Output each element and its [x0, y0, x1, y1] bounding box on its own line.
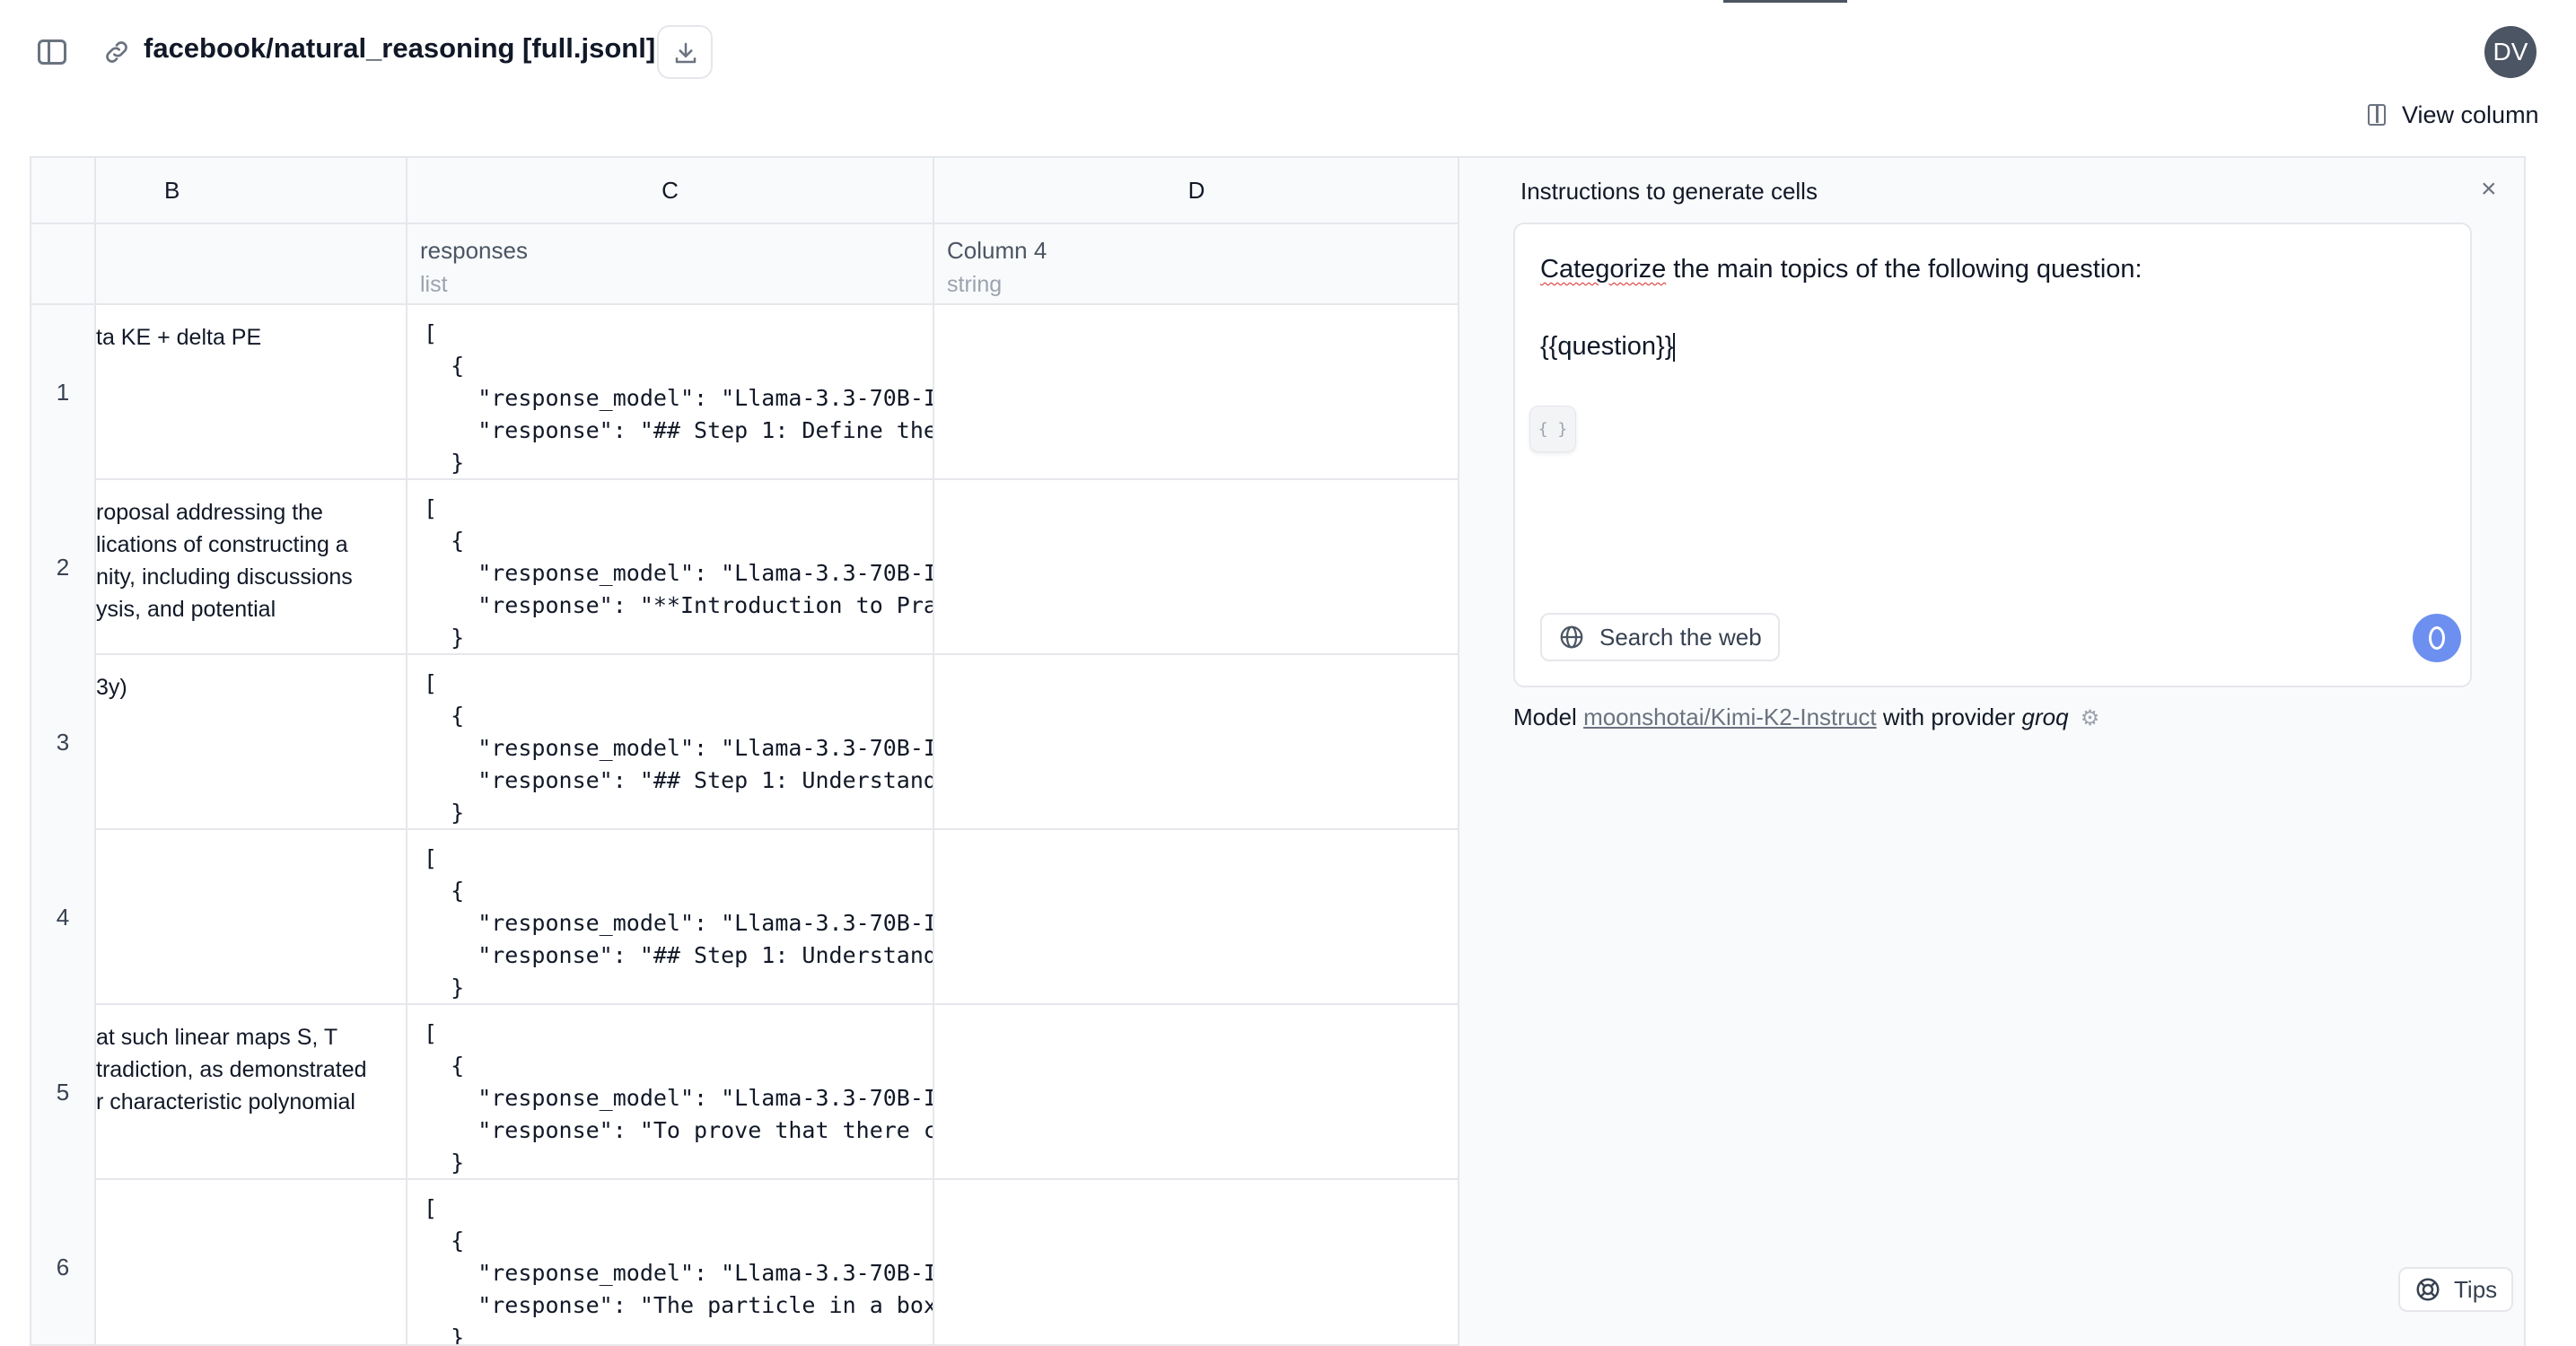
- table-cell-b[interactable]: [96, 830, 407, 1005]
- table-cell-c[interactable]: [ { "response_model": "Llama-3.3-70B-I "…: [407, 305, 934, 480]
- model-link[interactable]: moonshotai/Kimi-K2-Instruct: [1583, 704, 1877, 730]
- view-column-button[interactable]: View column: [2368, 99, 2539, 131]
- column-letter: C: [662, 176, 679, 204]
- row-index: 3: [31, 655, 96, 830]
- index-subheader: [31, 224, 96, 305]
- model-middle: with provider: [1882, 704, 2016, 730]
- column-name: responses: [420, 237, 528, 264]
- download-button[interactable]: [657, 25, 713, 79]
- column-header-b[interactable]: B: [96, 158, 407, 224]
- table-cell-c[interactable]: [ { "response_model": "Llama-3.3-70B-I "…: [407, 1005, 934, 1180]
- table-row[interactable]: 1 ta KE + delta PE [ { "response_model":…: [31, 305, 1459, 480]
- index-column-header: [31, 158, 96, 224]
- view-column-label: View column: [2402, 101, 2539, 128]
- column-letter: D: [1187, 176, 1205, 204]
- provider-name: groq: [2021, 704, 2069, 730]
- table-cell-b[interactable]: 3y): [96, 655, 407, 830]
- table-row[interactable]: 5 at such linear maps S, T tradiction, a…: [31, 1005, 1459, 1180]
- table-cell-d[interactable]: [934, 1005, 1459, 1180]
- loading-icon: [2429, 626, 2445, 650]
- text-caret: [1673, 333, 1676, 363]
- avatar[interactable]: DV: [2484, 26, 2537, 78]
- column-subheader-d[interactable]: Column 4 string: [934, 224, 1459, 305]
- row-index: 5: [31, 1005, 96, 1180]
- top-bar: facebook/natural_reasoning [full.jsonl] …: [0, 0, 2576, 128]
- data-table: B C D responses list Column 4 string 1 t…: [30, 156, 1459, 1346]
- column-type: string: [947, 272, 1003, 297]
- table-cell-d[interactable]: [934, 830, 1459, 1005]
- search-web-button[interactable]: Search the web: [1540, 613, 1780, 661]
- columns-icon: [2368, 104, 2386, 126]
- column-type: list: [420, 272, 448, 297]
- search-web-label: Search the web: [1599, 623, 1762, 651]
- table-cell-c[interactable]: [ { "response_model": "Llama-3.3-70B-I "…: [407, 480, 934, 655]
- sidebar-toggle-icon[interactable]: [38, 39, 66, 65]
- table-cell-c[interactable]: [ { "response_model": "Llama-3.3-70B-I "…: [407, 830, 934, 1005]
- insert-variable-button[interactable]: { }: [1529, 406, 1576, 452]
- table-cell-b[interactable]: roposal addressing the lications of cons…: [96, 480, 407, 655]
- model-prefix: Model: [1513, 704, 1577, 730]
- prompt-variable-line[interactable]: {{question}}: [1540, 332, 1676, 363]
- row-index: 2: [31, 480, 96, 655]
- table-cell-d[interactable]: [934, 480, 1459, 655]
- table-row[interactable]: 2 roposal addressing the lications of co…: [31, 480, 1459, 655]
- row-index: 6: [31, 1180, 96, 1344]
- table-cell-b[interactable]: [96, 1180, 407, 1344]
- column-header-c[interactable]: C: [407, 158, 934, 224]
- table-cell-b[interactable]: ta KE + delta PE: [96, 305, 407, 480]
- generate-button[interactable]: [2413, 614, 2461, 662]
- globe-icon: [1560, 625, 1583, 649]
- model-info: Model moonshotai/Kimi-K2-Instruct with p…: [1513, 704, 2099, 731]
- column-subheader-c[interactable]: responses list: [407, 224, 934, 305]
- prompt-editor[interactable]: Categorize the main topics of the follow…: [1513, 223, 2472, 687]
- table-cell-c[interactable]: [ { "response_model": "Llama-3.3-70B-I "…: [407, 655, 934, 830]
- table-cell-d[interactable]: [934, 655, 1459, 830]
- column-subheader-b: [96, 224, 407, 305]
- table-row[interactable]: 3 3y) [ { "response_model": "Llama-3.3-7…: [31, 655, 1459, 830]
- panel-title: Instructions to generate cells: [1520, 178, 1818, 205]
- prompt-variable: {{question}}: [1540, 332, 1674, 361]
- prompt-text-rest: the main topics of the following questio…: [1666, 255, 2142, 284]
- column-letter: B: [164, 176, 180, 204]
- misspelled-word: Categorize: [1540, 255, 1667, 284]
- lifebuoy-icon: [2416, 1278, 2440, 1301]
- column-name: Column 4: [947, 237, 1047, 264]
- row-index: 4: [31, 830, 96, 1005]
- tips-label: Tips: [2454, 1275, 2498, 1303]
- prompt-text[interactable]: Categorize the main topics of the follow…: [1540, 255, 2142, 284]
- download-icon: [675, 42, 697, 64]
- link-icon[interactable]: [102, 38, 131, 66]
- table-cell-c[interactable]: [ { "response_model": "Llama-3.3-70B-I "…: [407, 1180, 934, 1344]
- table-row[interactable]: 6 [ { "response_model": "Llama-3.3-70B-I…: [31, 1180, 1459, 1344]
- table-row[interactable]: 4 [ { "response_model": "Llama-3.3-70B-I…: [31, 830, 1459, 1005]
- generate-cells-panel: Instructions to generate cells × Categor…: [1458, 156, 2526, 1346]
- table-cell-d[interactable]: [934, 305, 1459, 480]
- table-cell-d[interactable]: [934, 1180, 1459, 1344]
- dataset-title: facebook/natural_reasoning [full.jsonl]: [144, 32, 656, 64]
- close-icon[interactable]: ×: [2481, 176, 2497, 203]
- row-index: 1: [31, 305, 96, 480]
- table-cell-b[interactable]: at such linear maps S, T tradiction, as …: [96, 1005, 407, 1180]
- tips-button[interactable]: Tips: [2398, 1267, 2514, 1312]
- gear-icon[interactable]: ⚙: [2081, 706, 2100, 730]
- column-header-d[interactable]: D: [934, 158, 1459, 224]
